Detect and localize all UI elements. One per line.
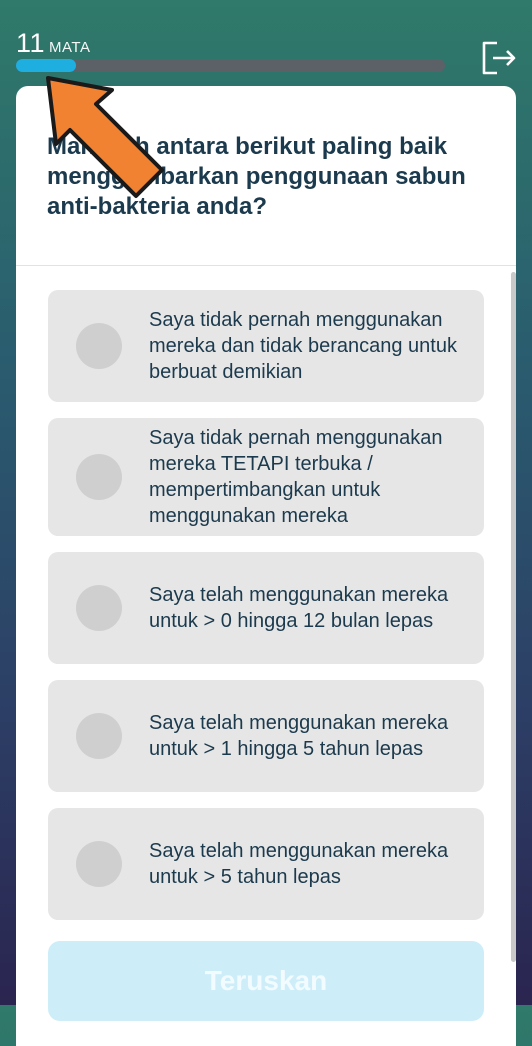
radio-circle[interactable] <box>76 841 122 887</box>
option-label: Saya telah menggunakan mereka untuk > 5 … <box>149 840 449 888</box>
question-card: Manakah antara berikut paling baik mengg… <box>16 86 516 1046</box>
question-text: Manakah antara berikut paling baik mengg… <box>16 86 516 266</box>
option-label: Saya tidak pernah menggunakan mereka TET… <box>149 427 443 527</box>
radio-circle[interactable] <box>76 323 122 369</box>
question-part1: Manakah antara berikut paling baik mengg… <box>47 133 448 190</box>
exit-button[interactable] <box>481 40 517 76</box>
points-value: 11 <box>16 28 46 58</box>
progress-fill <box>16 59 77 72</box>
points-label: MATA <box>49 39 91 56</box>
option-5[interactable]: Saya telah menggunakan mereka untuk > 5 … <box>48 808 484 920</box>
option-4[interactable]: Saya telah menggunakan mereka untuk > 1 … <box>48 680 484 792</box>
question-part2: anda? <box>189 193 268 220</box>
continue-button[interactable]: Teruskan <box>48 941 484 1021</box>
option-1[interactable]: Saya tidak pernah menggunakan mereka dan… <box>48 290 484 402</box>
radio-circle[interactable] <box>76 585 122 631</box>
scrollbar[interactable] <box>511 272 516 962</box>
option-3[interactable]: Saya telah menggunakan mereka untuk > 0 … <box>48 552 484 664</box>
option-label: Saya telah menggunakan mereka untuk > 0 … <box>149 584 449 632</box>
radio-circle[interactable] <box>76 713 122 759</box>
points-display: 11 MATA <box>16 28 90 59</box>
option-2[interactable]: Saya tidak pernah menggunakan mereka TET… <box>48 418 484 536</box>
options-list: Saya tidak pernah menggunakan mereka dan… <box>48 290 484 936</box>
exit-icon <box>482 41 516 75</box>
progress-bar <box>16 59 445 72</box>
option-label: Saya tidak pernah menggunakan mereka dan… <box>149 309 457 383</box>
radio-circle[interactable] <box>76 454 122 500</box>
option-label: Saya telah menggunakan mereka untuk > 1 … <box>149 712 449 760</box>
